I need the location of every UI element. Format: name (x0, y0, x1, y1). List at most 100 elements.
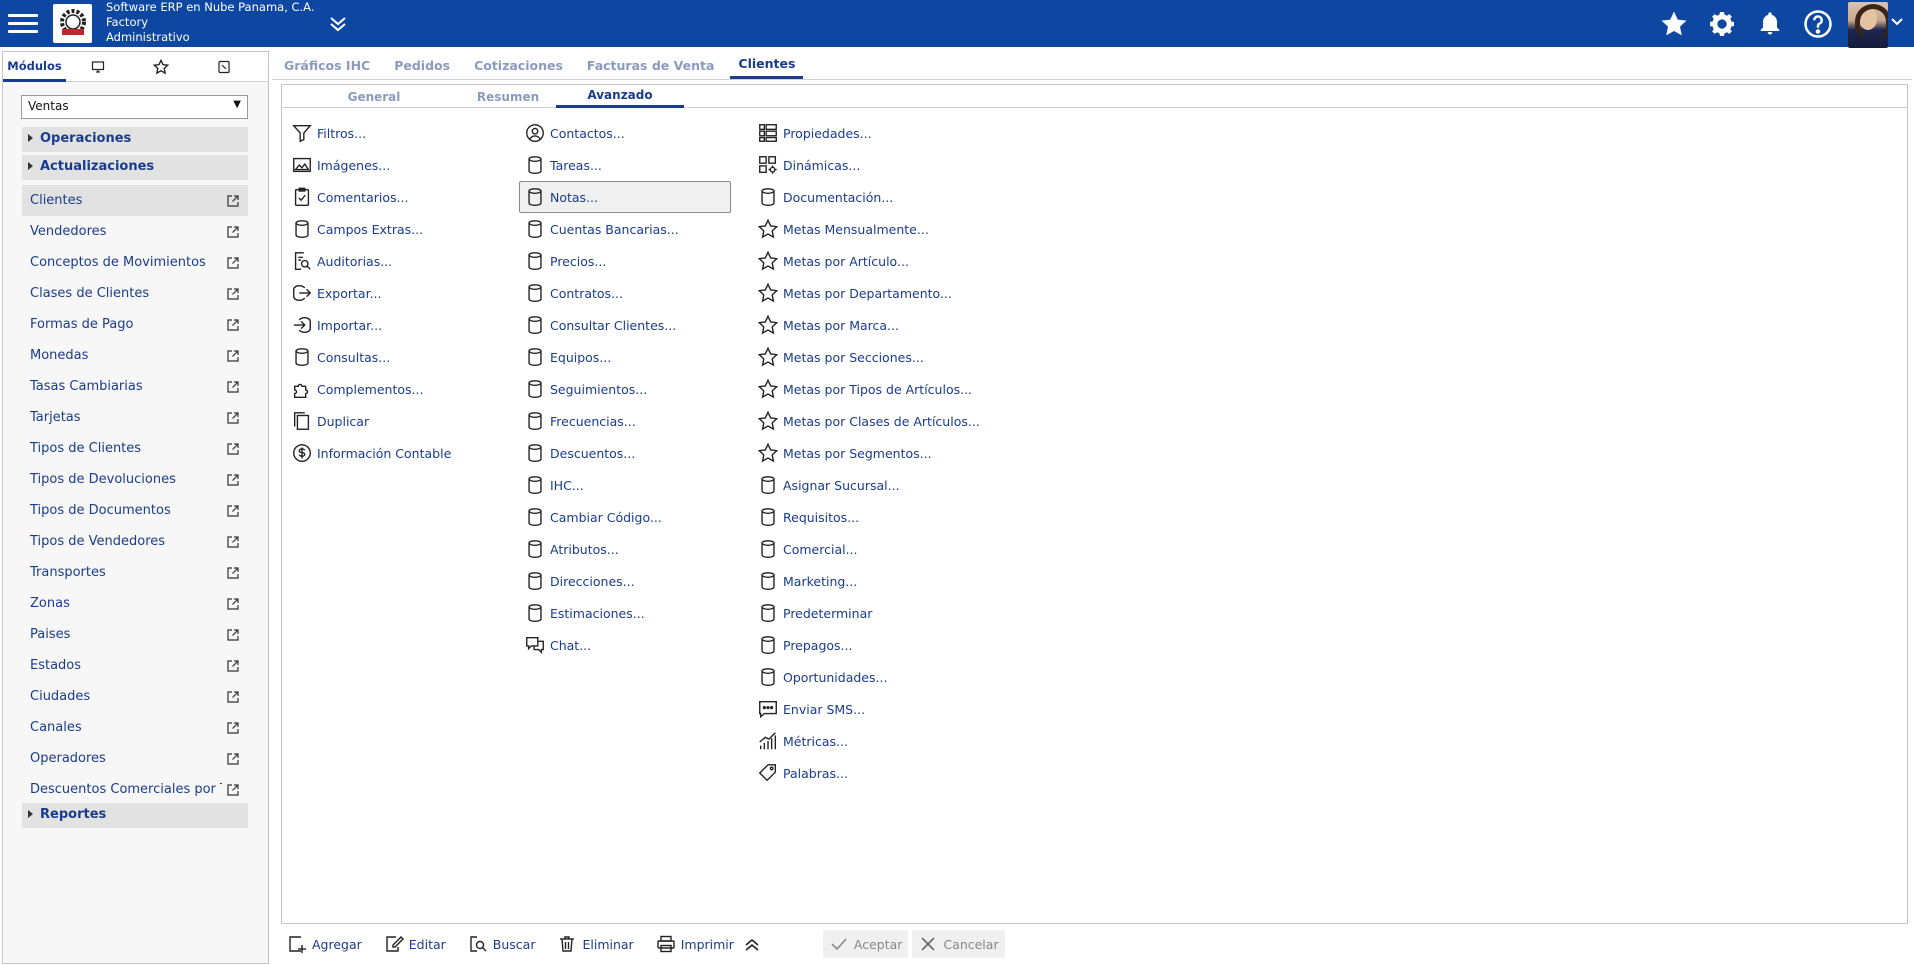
module-select[interactable]: Ventas ▼ (21, 95, 248, 119)
expand-toolbar-button[interactable] (736, 930, 773, 958)
action-filtros[interactable]: Filtros... (286, 117, 506, 149)
external-link-icon[interactable] (226, 566, 240, 580)
action-oportunidades[interactable]: Oportunidades... (752, 661, 992, 693)
subtab-general[interactable]: General (314, 85, 434, 108)
sidebar-item-monedas[interactable]: Monedas (22, 340, 248, 371)
company-logo[interactable] (53, 4, 92, 43)
chevron-down-icon[interactable] (1890, 15, 1904, 33)
action-notas[interactable]: Notas... (519, 181, 731, 213)
sidebar-item-clases-de-clientes[interactable]: Clases de Clientes (22, 278, 248, 309)
sidebar-item-transportes[interactable]: Transportes (22, 557, 248, 588)
cancel-button[interactable]: Cancelar (912, 930, 1005, 958)
external-link-icon[interactable] (226, 752, 240, 766)
action-metas-por-tipos-de-artículos[interactable]: Metas por Tipos de Artículos... (752, 373, 992, 405)
action-exportar[interactable]: Exportar... (286, 277, 506, 309)
external-link-icon[interactable] (226, 349, 240, 363)
accept-button[interactable]: Aceptar (822, 930, 909, 958)
action-seguimientos[interactable]: Seguimientos... (519, 373, 731, 405)
action-cuentas-bancarias[interactable]: Cuentas Bancarias... (519, 213, 731, 245)
tab-notes[interactable] (192, 52, 255, 82)
action-ihc[interactable]: IHC... (519, 469, 731, 501)
action-prepagos[interactable]: Prepagos... (752, 629, 992, 661)
section-operaciones[interactable]: Operaciones (22, 127, 248, 152)
action-dinámicas[interactable]: Dinámicas... (752, 149, 992, 181)
external-link-icon[interactable] (226, 690, 240, 704)
external-link-icon[interactable] (226, 318, 240, 332)
action-asignar-sucursal[interactable]: Asignar Sucursal... (752, 469, 992, 501)
sidebar-item-tipos-de-documentos[interactable]: Tipos de Documentos (22, 495, 248, 526)
action-metas-por-departamento[interactable]: Metas por Departamento... (752, 277, 992, 309)
action-equipos[interactable]: Equipos... (519, 341, 731, 373)
sidebar-item-tarjetas[interactable]: Tarjetas (22, 402, 248, 433)
sidebar-item-tipos-de-clientes[interactable]: Tipos de Clientes (22, 433, 248, 464)
action-chat[interactable]: Chat... (519, 629, 731, 661)
tab-facturas-de-venta[interactable]: Facturas de Venta (579, 51, 722, 79)
action-frecuencias[interactable]: Frecuencias... (519, 405, 731, 437)
action-predeterminar[interactable]: Predeterminar (752, 597, 992, 629)
action-comentarios[interactable]: Comentarios... (286, 181, 506, 213)
tab-gr-ficos-ihc[interactable]: Gráficos IHC (276, 51, 378, 79)
star-icon[interactable] (1654, 4, 1694, 44)
sidebar-item-conceptos-de-movimientos[interactable]: Conceptos de Movimientos (22, 247, 248, 278)
external-link-icon[interactable] (226, 659, 240, 673)
action-contactos[interactable]: Contactos... (519, 117, 731, 149)
action-enviar-sms[interactable]: Enviar SMS... (752, 693, 992, 725)
external-link-icon[interactable] (226, 535, 240, 549)
action-precios[interactable]: Precios... (519, 245, 731, 277)
action-complementos[interactable]: Complementos... (286, 373, 506, 405)
external-link-icon[interactable] (226, 628, 240, 642)
external-link-icon[interactable] (226, 504, 240, 518)
action-palabras[interactable]: Palabras... (752, 757, 992, 789)
tab-monitor[interactable] (66, 52, 129, 82)
sidebar-item-operadores[interactable]: Operadores (22, 743, 248, 774)
sidebar-item-estados[interactable]: Estados (22, 650, 248, 681)
add-button[interactable]: Agregar (281, 930, 368, 958)
delete-button[interactable]: Eliminar (551, 930, 639, 958)
subtab-resumen[interactable]: Resumen (448, 85, 568, 108)
action-duplicar[interactable]: Duplicar (286, 405, 506, 437)
sidebar-item-formas-de-pago[interactable]: Formas de Pago (22, 309, 248, 340)
action-consultas[interactable]: Consultas... (286, 341, 506, 373)
external-link-icon[interactable] (226, 442, 240, 456)
external-link-icon[interactable] (226, 597, 240, 611)
external-link-icon[interactable] (226, 287, 240, 301)
search-button[interactable]: Buscar (462, 930, 542, 958)
action-métricas[interactable]: Métricas... (752, 725, 992, 757)
action-auditorias[interactable]: Auditorias... (286, 245, 506, 277)
bell-icon[interactable] (1750, 4, 1790, 44)
action-tareas[interactable]: Tareas... (519, 149, 731, 181)
action-direcciones[interactable]: Direcciones... (519, 565, 731, 597)
action-metas-por-marca[interactable]: Metas por Marca... (752, 309, 992, 341)
section-actualizaciones[interactable]: Actualizaciones (22, 155, 248, 180)
action-imágenes[interactable]: Imágenes... (286, 149, 506, 181)
subtab-avanzado[interactable]: Avanzado (556, 85, 684, 108)
edit-button[interactable]: Editar (378, 930, 452, 958)
sidebar-item-vendedores[interactable]: Vendedores (22, 216, 248, 247)
sidebar-item-tasas-cambiarias[interactable]: Tasas Cambiarias (22, 371, 248, 402)
action-importar[interactable]: Importar... (286, 309, 506, 341)
action-metas-por-artículo[interactable]: Metas por Artículo... (752, 245, 992, 277)
action-documentación[interactable]: Documentación... (752, 181, 992, 213)
avatar[interactable] (1848, 2, 1888, 48)
chevron-double-down-icon[interactable] (326, 12, 350, 36)
action-marketing[interactable]: Marketing... (752, 565, 992, 597)
hamburger-menu-icon[interactable] (6, 9, 40, 37)
gear-icon[interactable] (1702, 4, 1742, 44)
action-descuentos[interactable]: Descuentos... (519, 437, 731, 469)
action-propiedades[interactable]: Propiedades... (752, 117, 992, 149)
sidebar-item-clientes[interactable]: Clientes (22, 185, 248, 216)
action-consultar-clientes[interactable]: Consultar Clientes... (519, 309, 731, 341)
external-link-icon[interactable] (226, 225, 240, 239)
sidebar-item-tipos-de-vendedores[interactable]: Tipos de Vendedores (22, 526, 248, 557)
sidebar-item-paises[interactable]: Paises (22, 619, 248, 650)
tab-cotizaciones[interactable]: Cotizaciones (466, 51, 571, 79)
action-atributos[interactable]: Atributos... (519, 533, 731, 565)
action-cambiar-código[interactable]: Cambiar Código... (519, 501, 731, 533)
external-link-icon[interactable] (226, 256, 240, 270)
action-metas-mensualmente[interactable]: Metas Mensualmente... (752, 213, 992, 245)
print-button[interactable]: Imprimir (650, 930, 740, 958)
section-reportes[interactable]: Reportes (22, 803, 248, 828)
external-link-icon[interactable] (226, 473, 240, 487)
help-icon[interactable] (1798, 4, 1838, 44)
sidebar-item-ciudades[interactable]: Ciudades (22, 681, 248, 712)
